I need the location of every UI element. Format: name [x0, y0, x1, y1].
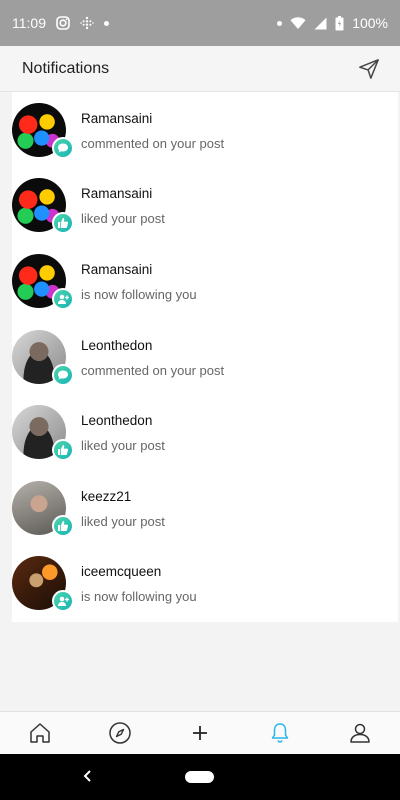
notification-action: is now following you	[81, 589, 197, 605]
status-time: 11:09	[12, 15, 46, 31]
username[interactable]: Leonthedon	[81, 338, 224, 353]
system-navigation-bar	[0, 754, 400, 800]
notification-text: keezz21 liked your post	[81, 487, 165, 529]
notification-item[interactable]: iceemcqueen is now following you	[12, 546, 398, 622]
avatar-container	[12, 102, 74, 159]
follow-badge-icon	[52, 287, 74, 310]
instagram-icon	[56, 16, 70, 30]
notification-text: Ramansaini liked your post	[81, 184, 165, 226]
comment-badge-icon	[52, 363, 74, 386]
back-icon[interactable]	[78, 766, 98, 786]
wifi-icon	[290, 16, 306, 30]
like-badge-icon	[52, 212, 74, 235]
notification-list: Ramansaini commented on your post Ramansai…	[12, 92, 398, 622]
notification-text: Ramansaini commented on your post	[81, 109, 224, 151]
notification-action: liked your post	[81, 438, 165, 454]
notification-item[interactable]: Ramansaini is now following you	[12, 243, 398, 319]
notification-text: iceemcqueen is now following you	[81, 562, 197, 604]
notification-action: liked your post	[81, 211, 165, 227]
comment-badge-icon	[52, 136, 74, 159]
battery-percent: 100%	[352, 15, 388, 31]
notification-dot-icon	[277, 20, 283, 26]
notification-item[interactable]: keezz21 liked your post	[12, 470, 398, 546]
username[interactable]: Ramansaini	[81, 262, 197, 277]
notification-item[interactable]: Ramansaini commented on your post	[12, 92, 398, 168]
home-icon[interactable]	[20, 713, 60, 753]
profile-icon[interactable]	[340, 713, 380, 753]
bell-icon[interactable]	[260, 713, 300, 753]
notification-text: Leonthedon liked your post	[81, 411, 165, 453]
page-title: Notifications	[22, 59, 110, 77]
plus-icon[interactable]	[180, 713, 220, 753]
notification-action: liked your post	[81, 513, 165, 529]
avatar-container	[12, 253, 74, 310]
username[interactable]: iceemcqueen	[81, 564, 197, 579]
like-badge-icon	[52, 439, 74, 462]
compass-icon[interactable]	[100, 713, 140, 753]
notification-dot-icon	[104, 20, 109, 26]
notification-text: Leonthedon commented on your post	[81, 336, 224, 378]
notification-text: Ramansaini is now following you	[81, 260, 197, 302]
avatar-container	[12, 329, 74, 386]
status-bar: 11:09 100%	[0, 0, 400, 46]
notification-action: commented on your post	[81, 362, 225, 378]
username[interactable]: keezz21	[81, 489, 165, 504]
avatar-container	[12, 480, 74, 537]
home-pill[interactable]	[185, 771, 214, 783]
username[interactable]: Ramansaini	[81, 111, 224, 126]
notification-action: is now following you	[81, 286, 197, 302]
avatar-container	[12, 178, 74, 235]
like-badge-icon	[52, 514, 74, 537]
avatar-container	[12, 556, 74, 613]
app-header: Notifications	[0, 46, 400, 92]
notification-item[interactable]: Leonthedon commented on your post	[12, 319, 398, 395]
notification-item[interactable]: Ramansaini liked your post	[12, 168, 398, 244]
battery-icon	[335, 15, 344, 31]
cell-signal-icon	[314, 17, 327, 30]
username[interactable]: Ramansaini	[81, 186, 165, 201]
username[interactable]: Leonthedon	[81, 413, 165, 428]
bottom-navigation	[0, 711, 400, 754]
send-icon[interactable]	[356, 56, 382, 82]
notification-item[interactable]: Leonthedon liked your post	[12, 394, 398, 470]
fitbit-icon	[80, 16, 94, 30]
notification-action: commented on your post	[81, 135, 225, 151]
avatar-container	[12, 405, 74, 462]
follow-badge-icon	[52, 590, 74, 613]
